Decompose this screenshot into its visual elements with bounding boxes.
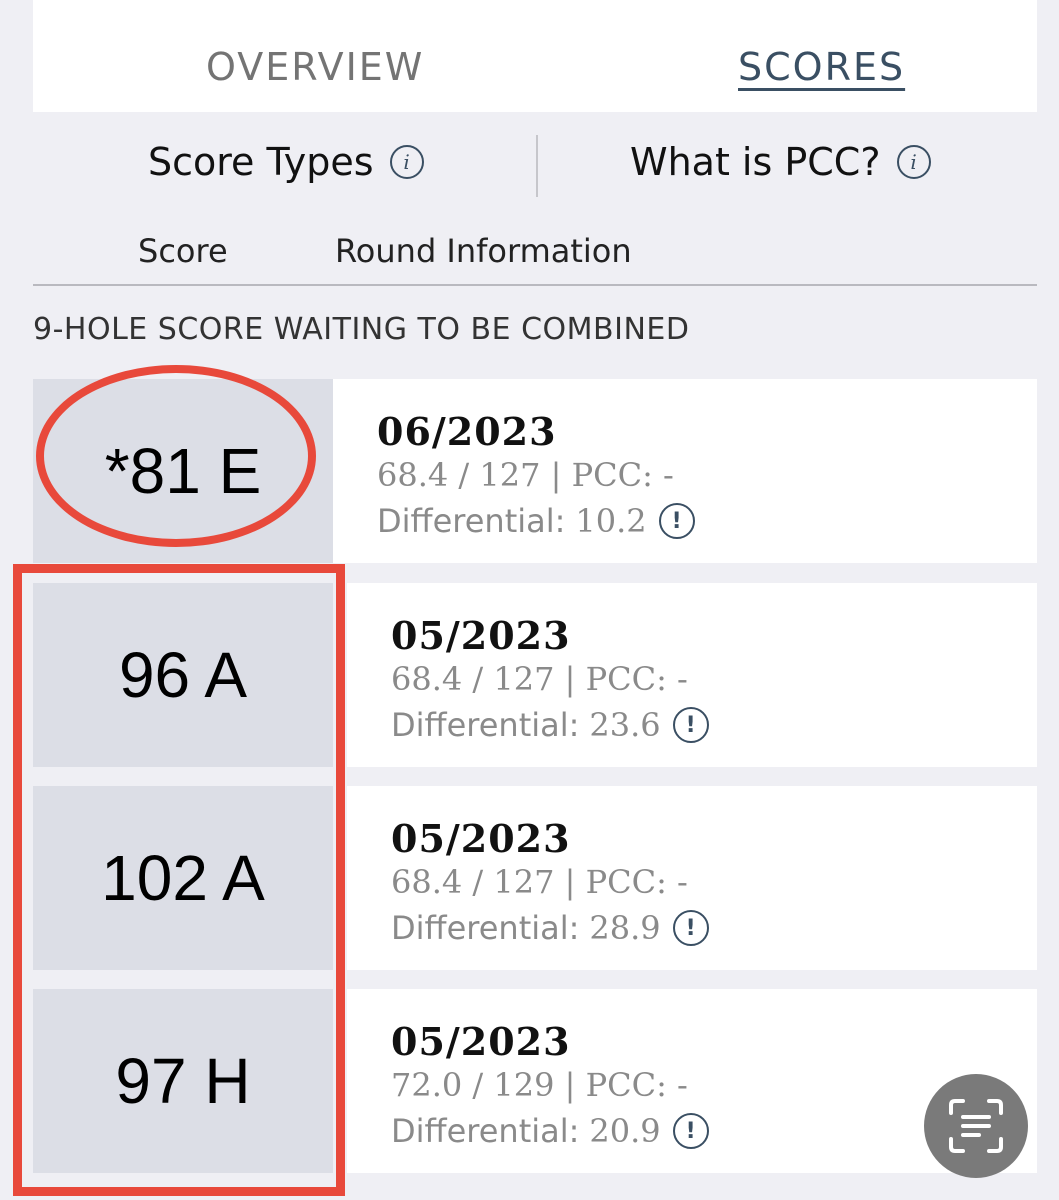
alert-icon[interactable]: ! — [672, 910, 709, 946]
score-types-label: Score Types — [148, 140, 374, 184]
score-row[interactable]: *81 E 06/2023 68.4 / 127 | PCC: - Differ… — [33, 379, 1037, 563]
what-is-pcc-label: What is PCC? — [630, 140, 881, 184]
round-rating-slope-pcc: 68.4 / 127 | PCC: - — [391, 660, 688, 698]
round-rating-slope-pcc: 72.0 / 129 | PCC: - — [391, 1066, 688, 1104]
differential-value: 28.9 — [589, 909, 661, 947]
differential-value: 20.9 — [589, 1112, 661, 1150]
round-info: 05/2023 68.4 / 127 | PCC: - Differential… — [347, 583, 1037, 767]
differential-value: 23.6 — [589, 706, 661, 744]
alert-icon[interactable]: ! — [658, 503, 695, 539]
column-header-round-information: Round Information — [335, 232, 632, 270]
alert-icon[interactable]: ! — [672, 707, 709, 743]
info-row: Score Types i What is PCC? i — [0, 140, 1059, 200]
round-date: 05/2023 — [391, 613, 571, 658]
round-date: 05/2023 — [391, 816, 571, 861]
differential: Differential: 10.2 ! — [377, 502, 695, 540]
round-date: 05/2023 — [391, 1019, 571, 1064]
round-info: 05/2023 68.4 / 127 | PCC: - Differential… — [347, 786, 1037, 970]
differential-label: Differential: — [391, 1112, 580, 1150]
info-icon[interactable]: i — [389, 145, 424, 179]
score-cell: *81 E — [33, 379, 333, 563]
scan-text-icon — [949, 1099, 1003, 1153]
score-row[interactable]: 97 H 05/2023 72.0 / 129 | PCC: - Differe… — [33, 989, 1037, 1173]
round-info: 06/2023 68.4 / 127 | PCC: - Differential… — [333, 379, 1037, 563]
differential: Differential: 23.6 ! — [391, 706, 709, 744]
score-row[interactable]: 102 A 05/2023 68.4 / 127 | PCC: - Differ… — [33, 786, 1037, 970]
round-rating-slope-pcc: 68.4 / 127 | PCC: - — [377, 456, 674, 494]
round-date: 06/2023 — [377, 409, 557, 454]
score-cell: 97 H — [33, 989, 333, 1173]
differential-label: Differential: — [391, 909, 580, 947]
column-header-score: Score — [138, 232, 228, 270]
score-cell: 96 A — [33, 583, 333, 767]
info-icon[interactable]: i — [896, 145, 931, 179]
score-cell: 102 A — [33, 786, 333, 970]
score-row[interactable]: 96 A 05/2023 68.4 / 127 | PCC: - Differe… — [33, 583, 1037, 767]
differential-label: Differential: — [391, 706, 580, 744]
score-types-link[interactable]: Score Types i — [148, 140, 424, 184]
divider — [33, 284, 1037, 286]
alert-icon[interactable]: ! — [672, 1113, 709, 1149]
section-title: 9-HOLE SCORE WAITING TO BE COMBINED — [33, 312, 690, 347]
tab-overview[interactable]: OVERVIEW — [206, 45, 424, 89]
round-rating-slope-pcc: 68.4 / 127 | PCC: - — [391, 863, 688, 901]
what-is-pcc-link[interactable]: What is PCC? i — [630, 140, 931, 184]
differential: Differential: 28.9 ! — [391, 909, 709, 947]
differential: Differential: 20.9 ! — [391, 1112, 709, 1150]
differential-label: Differential: — [377, 502, 566, 540]
divider — [536, 135, 538, 197]
tab-bar: OVERVIEW SCORES — [33, 0, 1037, 112]
scan-text-button[interactable] — [924, 1074, 1028, 1178]
tab-scores[interactable]: SCORES — [738, 45, 905, 89]
differential-value: 10.2 — [575, 502, 647, 540]
